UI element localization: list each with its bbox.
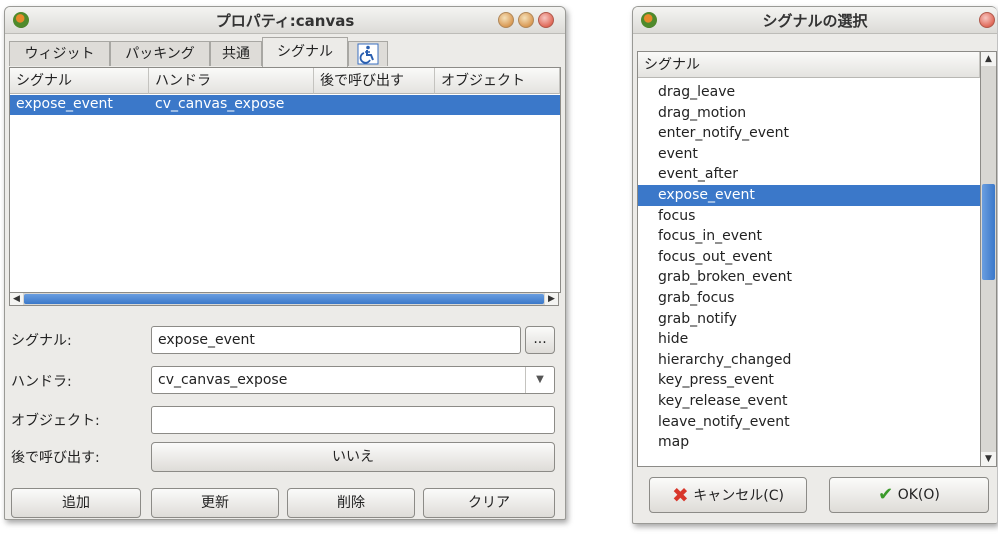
tab-signals[interactable]: シグナル: [262, 37, 348, 67]
tab-common[interactable]: 共通: [210, 41, 262, 66]
scroll-left-arrow[interactable]: ◀: [10, 293, 23, 305]
scroll-down-arrow[interactable]: ▼: [981, 452, 996, 466]
vertical-scrollbar[interactable]: ▲ ▼: [980, 52, 996, 466]
list-item[interactable]: grab_focus: [638, 288, 980, 309]
accessibility-icon: [357, 43, 379, 65]
select-title: シグナルの選択: [762, 12, 868, 30]
object-label: オブジェクト:: [11, 413, 100, 429]
signal-label: シグナル:: [11, 333, 72, 349]
properties-title: プロパティ:canvas: [215, 12, 355, 30]
handler-label: ハンドラ:: [11, 374, 72, 390]
list-item[interactable]: enter_notify_event: [638, 123, 980, 144]
list-item[interactable]: map: [638, 432, 980, 453]
list-item[interactable]: drag_motion: [638, 103, 980, 124]
list-item[interactable]: leave_notify_event: [638, 412, 980, 433]
scrollbar-thumb[interactable]: [24, 294, 544, 304]
tab-packing[interactable]: パッキング: [110, 41, 210, 66]
list-item[interactable]: grab_notify: [638, 309, 980, 330]
list-item[interactable]: expose_event: [638, 185, 980, 206]
column-header-object[interactable]: オブジェクト: [435, 68, 560, 94]
clear-button[interactable]: クリア: [423, 488, 555, 518]
list-item[interactable]: event_after: [638, 164, 980, 185]
row-signal: expose_event: [16, 96, 113, 112]
list-item[interactable]: focus_in_event: [638, 226, 980, 247]
signal-list[interactable]: シグナル drag_leave drag_motion enter_notify_e…: [637, 51, 997, 467]
add-button[interactable]: 追加: [11, 488, 141, 518]
object-field[interactable]: [151, 406, 555, 434]
handler-value: cv_canvas_expose: [158, 372, 288, 388]
scrollbar-thumb[interactable]: [982, 184, 995, 280]
signals-table[interactable]: シグナル ハンドラ 後で呼び出す オブジェクト expose_event cv_…: [9, 67, 561, 293]
cancel-button[interactable]: ✖ キャンセル(C): [649, 477, 807, 513]
list-item[interactable]: event: [638, 144, 980, 165]
ok-button[interactable]: ✔ OK(O): [829, 477, 989, 513]
column-header-signal[interactable]: シグナル: [638, 52, 980, 78]
chevron-down-icon[interactable]: ▼: [525, 367, 554, 393]
ok-label: OK(O): [897, 487, 940, 503]
list-item[interactable]: drag_leave: [638, 82, 980, 103]
list-item[interactable]: hierarchy_changed: [638, 350, 980, 371]
tab-accessibility[interactable]: [348, 41, 388, 66]
signal-browse-button[interactable]: ...: [525, 326, 555, 354]
maximize-button[interactable]: [518, 12, 534, 28]
horizontal-scrollbar[interactable]: ◀ ▶: [9, 292, 559, 306]
column-header-handler[interactable]: ハンドラ: [149, 68, 314, 94]
list-item[interactable]: focus: [638, 206, 980, 227]
list-item[interactable]: key_release_event: [638, 391, 980, 412]
cancel-label: キャンセル(C): [693, 488, 784, 504]
signal-field[interactable]: expose_event: [151, 326, 521, 354]
list-item[interactable]: key_press_event: [638, 370, 980, 391]
row-handler: cv_canvas_expose: [155, 96, 285, 112]
cancel-icon: ✖: [672, 483, 689, 507]
table-row[interactable]: expose_event cv_canvas_expose: [10, 95, 560, 115]
signal-items: drag_leave drag_motion enter_notify_event e…: [638, 82, 996, 466]
after-label: 後で呼び出す:: [11, 450, 100, 466]
properties-titlebar[interactable]: プロパティ:canvas: [5, 7, 565, 34]
column-header-after[interactable]: 後で呼び出す: [314, 68, 435, 94]
select-titlebar[interactable]: シグナルの選択: [633, 7, 997, 34]
minimize-button[interactable]: [498, 12, 514, 28]
column-header-signal[interactable]: シグナル: [10, 68, 149, 94]
close-button[interactable]: [538, 12, 554, 28]
signal-select-window: シグナルの選択 シグナル drag_leave drag_motion enter_…: [632, 6, 997, 524]
list-item[interactable]: hide: [638, 329, 980, 350]
tab-widget[interactable]: ウィジット: [9, 41, 110, 66]
delete-button[interactable]: 削除: [287, 488, 415, 518]
scroll-up-arrow[interactable]: ▲: [981, 52, 996, 66]
after-toggle-button[interactable]: いいえ: [151, 442, 555, 472]
check-icon: ✔: [878, 484, 894, 505]
update-button[interactable]: 更新: [151, 488, 279, 518]
list-item[interactable]: grab_broken_event: [638, 267, 980, 288]
properties-window: プロパティ:canvas ウィジット パッキング 共通 シグナル シグナル ハン…: [4, 6, 566, 520]
list-item[interactable]: focus_out_event: [638, 247, 980, 268]
handler-combo[interactable]: cv_canvas_expose ▼: [151, 366, 555, 394]
close-button[interactable]: [979, 12, 995, 28]
scroll-right-arrow[interactable]: ▶: [545, 293, 558, 305]
